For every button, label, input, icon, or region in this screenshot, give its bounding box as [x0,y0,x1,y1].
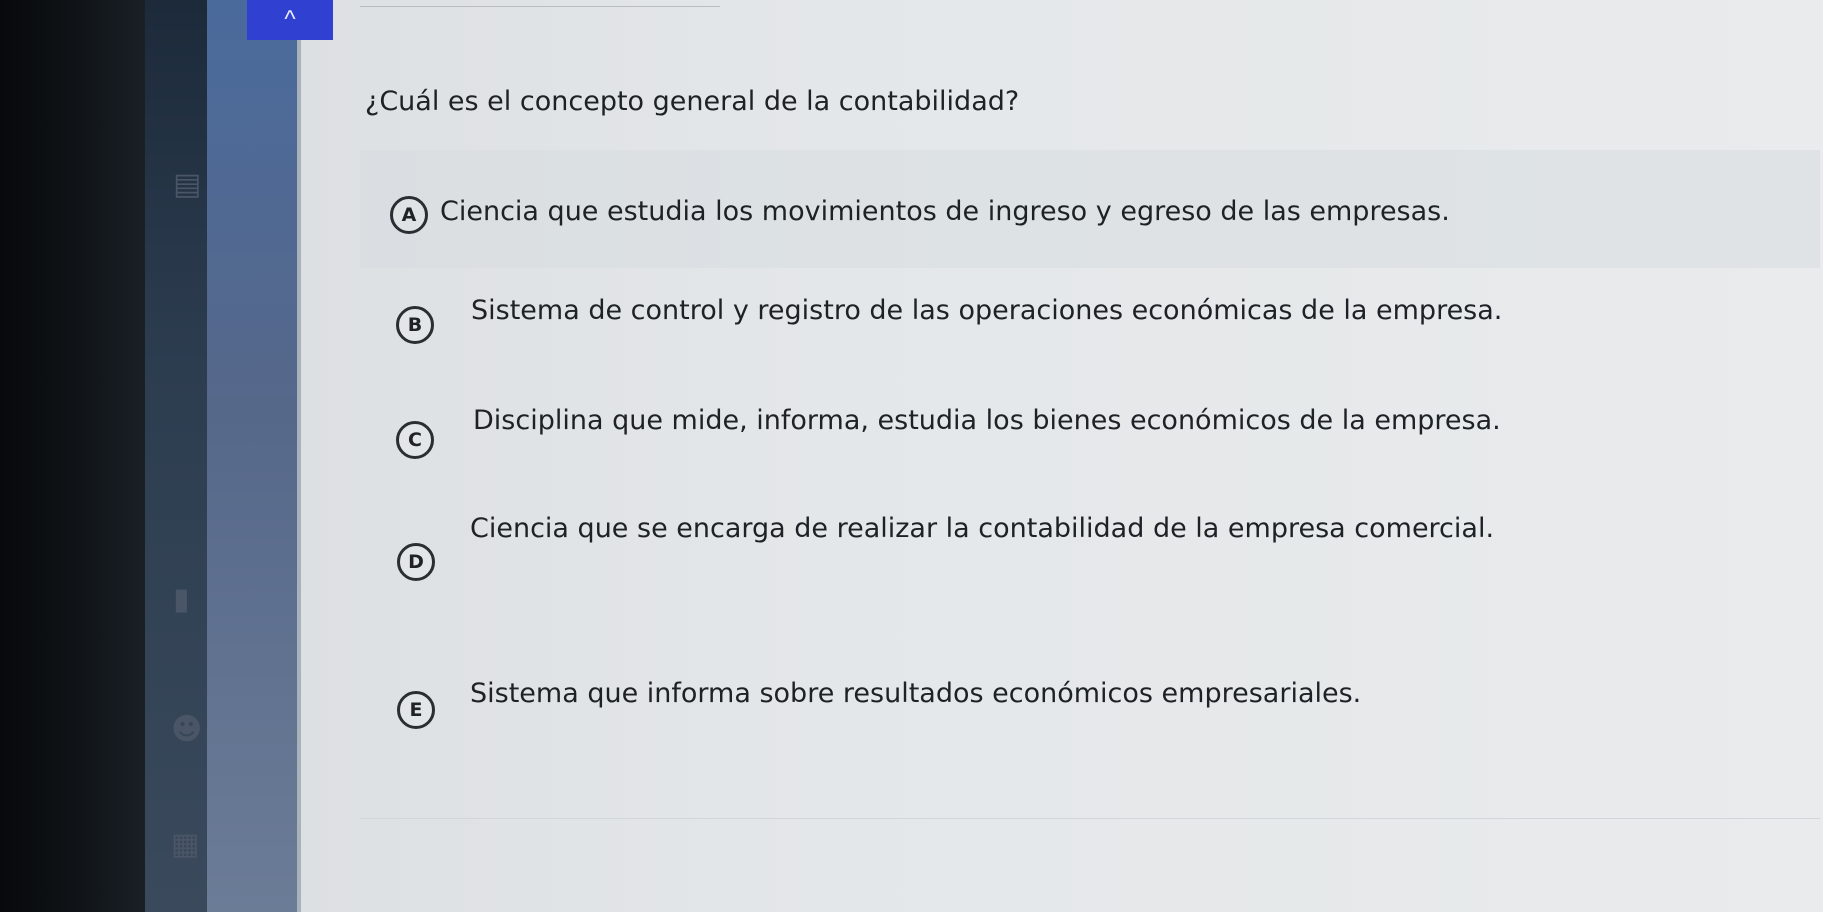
option-label[interactable]: Sistema de control y registro de las ope… [471,295,1502,326]
answer-options: A Ciencia que estudia los movimientos de… [0,0,1823,912]
screen: ▤ ▮ ☻ ▦ ^ ¿Cuál es el concepto general d… [0,0,1823,912]
option-letter-circle[interactable]: B [396,306,434,344]
option-label[interactable]: Sistema que informa sobre resultados eco… [470,678,1361,709]
option-letter-circle[interactable]: D [397,543,435,581]
option-letter-circle[interactable]: A [390,196,428,234]
option-letter-circle[interactable]: E [397,691,435,729]
option-letter-circle[interactable]: C [396,421,434,459]
option-label[interactable]: Ciencia que estudia los movimientos de i… [440,196,1450,227]
option-label[interactable]: Ciencia que se encarga de realizar la co… [470,513,1494,544]
bottom-divider [360,818,1820,819]
option-label[interactable]: Disciplina que mide, informa, estudia lo… [473,405,1501,436]
